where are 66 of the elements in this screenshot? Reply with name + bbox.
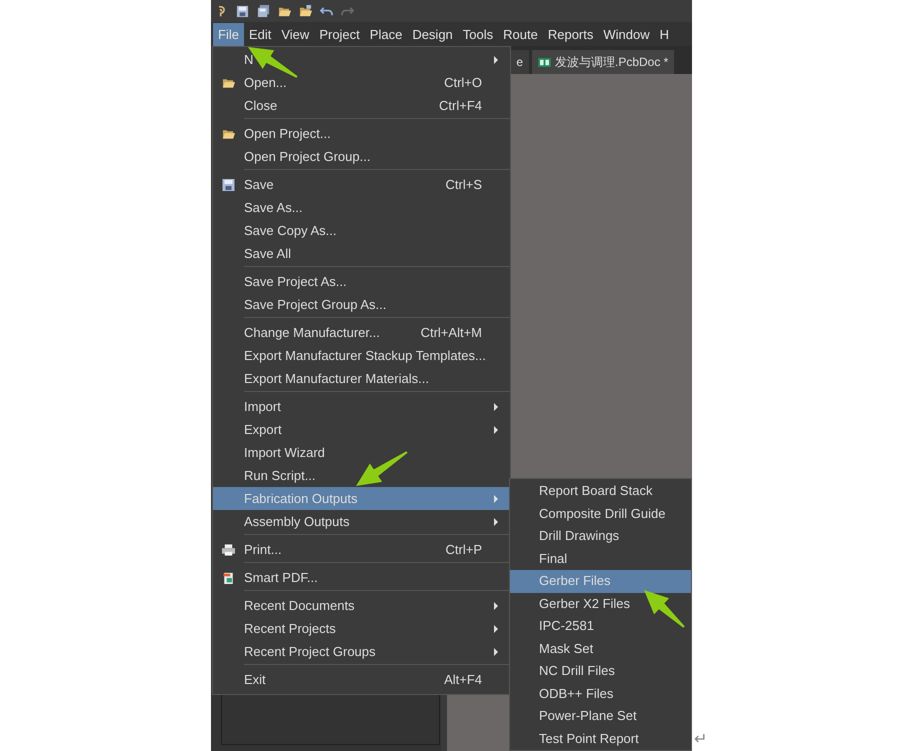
menu-item[interactable]: Open... Ctrl+O bbox=[213, 71, 510, 94]
menu-item[interactable]: Drill Drawings bbox=[510, 525, 691, 548]
menu-item[interactable]: NC Drill Files bbox=[510, 660, 691, 682]
menu-item[interactable]: Open Project... bbox=[213, 122, 510, 145]
document-tab[interactable]: 发波与调理.PcbDoc * bbox=[532, 50, 674, 74]
menu-item[interactable]: Save Project As... bbox=[213, 270, 510, 293]
return-mark: ↵ bbox=[694, 730, 707, 749]
menu-item[interactable]: N bbox=[213, 48, 510, 71]
menu-item[interactable]: Recent Project Groups bbox=[213, 640, 510, 663]
menu-item[interactable]: IPC-2581 bbox=[510, 615, 691, 638]
menu-item[interactable]: Save Copy As... bbox=[213, 219, 510, 242]
menu-item[interactable]: Power-Plane Set bbox=[510, 705, 691, 728]
menu-item[interactable]: Save As... bbox=[213, 196, 510, 219]
menu-item[interactable]: Exit Alt+F4 bbox=[213, 668, 510, 691]
pointer-arrow-icon bbox=[644, 590, 685, 628]
menu-item[interactable]: Run Script... bbox=[213, 464, 510, 487]
folder-icon[interactable] bbox=[299, 4, 312, 18]
menu-item[interactable]: Test Point Report bbox=[510, 728, 691, 750]
menu-item[interactable]: Report Board Stack bbox=[510, 480, 691, 502]
submenu-arrow-icon bbox=[494, 426, 498, 434]
undo-icon[interactable] bbox=[320, 4, 333, 18]
submenu-arrow-icon bbox=[494, 648, 498, 656]
folder-icon bbox=[222, 128, 235, 140]
menu-bar-item[interactable]: Tools bbox=[458, 22, 498, 46]
menu-item[interactable]: Composite Drill Guide bbox=[510, 502, 691, 525]
menu-item[interactable]: Import bbox=[213, 395, 510, 418]
menu-bar-item[interactable]: Route bbox=[498, 22, 543, 46]
document-icon bbox=[222, 572, 235, 584]
menu-item[interactable]: Save Ctrl+S bbox=[213, 173, 510, 196]
floppy-disks-icon[interactable] bbox=[257, 4, 270, 18]
menu-item[interactable]: Save All bbox=[213, 242, 510, 265]
menu-bar-item[interactable]: Design bbox=[407, 22, 458, 46]
menu-bar-item[interactable]: Place bbox=[364, 22, 408, 46]
menu-item[interactable]: Gerber X2 Files bbox=[510, 592, 691, 615]
submenu-arrow-icon bbox=[494, 402, 498, 410]
menu-item[interactable]: Change Manufacturer... Ctrl+Alt+M bbox=[213, 321, 510, 344]
menu-bar-item[interactable]: Reports bbox=[542, 22, 598, 46]
menu-item[interactable]: Import Wizard bbox=[213, 441, 510, 464]
menu-item[interactable]: ODB++ Files bbox=[510, 682, 691, 705]
submenu-arrow-icon bbox=[494, 494, 498, 502]
menu-item[interactable]: Assembly Outputs bbox=[213, 510, 510, 533]
menu-item[interactable]: Print... Ctrl+P bbox=[213, 538, 510, 561]
menu-item[interactable]: Open Project Group... bbox=[213, 145, 510, 168]
menu-item[interactable]: Recent Documents bbox=[213, 594, 510, 617]
menu-item[interactable]: Export bbox=[213, 418, 510, 441]
menu-item[interactable]: Final bbox=[510, 548, 691, 570]
printer-icon bbox=[222, 544, 235, 556]
submenu-arrow-icon bbox=[494, 624, 498, 632]
menu-bar-item[interactable]: View bbox=[276, 22, 314, 46]
submenu-arrow-icon bbox=[494, 602, 498, 610]
menu-item[interactable]: Smart PDF... bbox=[213, 566, 510, 589]
menu-bar-item[interactable]: Window bbox=[598, 22, 655, 46]
menu-item[interactable]: Mask Set bbox=[510, 638, 691, 660]
menu-bar-item[interactable]: H bbox=[654, 22, 674, 46]
menu-item[interactable]: Close Ctrl+F4 bbox=[213, 94, 510, 117]
pcb-document-icon bbox=[538, 58, 551, 66]
menu-item[interactable]: Recent Projects bbox=[213, 617, 510, 640]
folder-icon bbox=[222, 76, 235, 88]
submenu-arrow-icon bbox=[494, 56, 498, 64]
menu-item[interactable]: Export Manufacturer Materials... bbox=[213, 367, 510, 390]
menu-item[interactable]: Export Manufacturer Stackup Templates... bbox=[213, 344, 510, 367]
submenu-arrow-icon bbox=[494, 518, 498, 526]
menu-bar-item[interactable]: Edit bbox=[244, 22, 276, 46]
pointer-arrow-icon bbox=[356, 451, 408, 486]
menu-bar-item[interactable]: Project bbox=[314, 22, 365, 46]
menu-item[interactable]: Save Project Group As... bbox=[213, 293, 510, 316]
